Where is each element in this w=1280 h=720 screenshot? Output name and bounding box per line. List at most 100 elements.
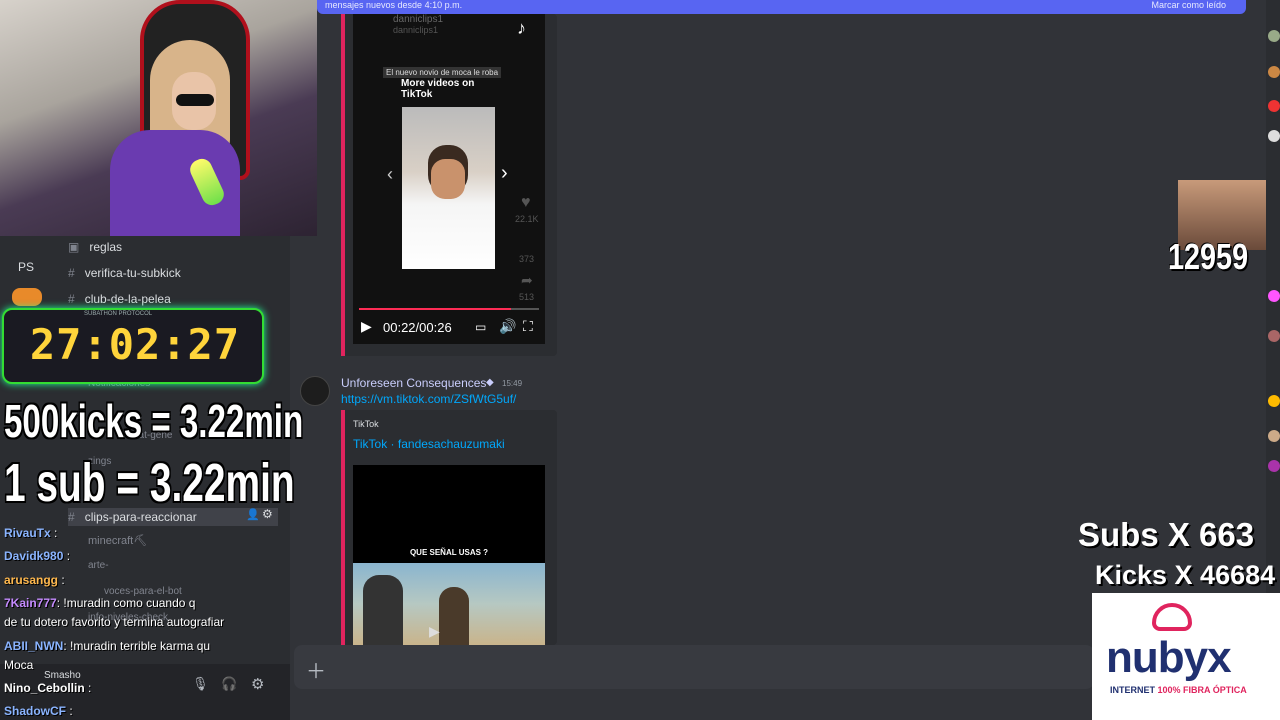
headphones-icon[interactable]: 🎧 [221,676,237,692]
embed-provider: TikTok [353,419,379,429]
channel-label: minecraft⛏ [88,535,148,547]
chat-message: 7Kain777: !muradin como cuando q [4,596,195,610]
chat-text: : !muradin terrible karma qu [63,639,211,653]
sponsor-brand: nubyx [1106,633,1232,682]
channel-label: arte- [88,560,109,571]
chat-username: ShadowCF [4,704,66,718]
mark-as-read-button[interactable]: Marcar como leído [1151,0,1226,10]
user-settings-icon[interactable]: ⚙ [251,675,264,693]
sunglasses [176,94,214,106]
share-count: 513 [519,292,535,302]
server-icon-ps[interactable]: PS [18,260,34,274]
sponsor-tagline-b: 100% FIBRA ÓPTICA [1157,685,1247,695]
chat-text: : [54,526,58,540]
channel-label: verifica-tu-subkick [84,266,181,280]
subathon-timer: SUBATHON PROTOCOL 27:02:27 [2,308,264,384]
comment-count: 373 [519,254,535,264]
chat-text: : [69,704,73,718]
member-avatar[interactable] [1268,30,1280,42]
chat-message: RivauTx : [4,526,57,540]
tiktok-username-secondary: danniclips1 [393,25,439,35]
chat-message: Moca [4,658,33,672]
chat-message: de tu dotero favorito y termina autograf… [4,615,224,629]
channel-item[interactable]: # club-de-la-pelea [68,292,171,306]
person-face [431,159,465,199]
member-avatar[interactable] [1268,290,1280,302]
member-avatar[interactable] [1268,330,1280,342]
video-progress-track[interactable] [359,308,539,310]
member-avatar[interactable] [1268,460,1280,472]
channel-label: club-de-la-pelea [84,292,171,306]
chat-message: arusangg : [4,573,65,587]
video-overlay-text: QUE SEÑAL USAS ? [409,548,489,557]
member-avatar[interactable] [1268,430,1280,442]
next-video-icon[interactable]: › [501,162,508,185]
channel-item[interactable]: # verifica-tu-subkick [68,266,181,280]
server-icon[interactable] [12,288,42,306]
person-right [439,587,469,645]
fullscreen-icon[interactable]: ⛶ [523,318,533,335]
member-avatar[interactable] [1268,100,1280,112]
channel-item[interactable]: minecraft⛏ [88,534,147,547]
cloud-icon [1152,603,1192,631]
chat-message: ABII_NWN: !muradin terrible karma qu [4,639,210,653]
chat-username: RivauTx [4,526,51,540]
more-videos-label: More videos on TikTok [401,78,475,100]
timer-value: 27:02:27 [29,320,241,369]
embed-title-link[interactable]: TikTok · fandesachauzumaki [353,437,505,451]
person-left [363,575,403,645]
tiktok-username: danniclips1 [393,14,444,25]
chat-username: Davidk980 [4,549,64,563]
chat-username: 7Kain777 [4,596,57,610]
tiktok-player[interactable]: danniclips1 danniclips1 ♪ El nuevo novio… [353,14,545,344]
sponsor-tagline-a: INTERNET [1110,685,1158,695]
chat-text: : [61,573,65,587]
message-link[interactable]: https://vm.tiktok.com/ZSfWtG5uf/ [341,392,516,406]
streamer-body [110,130,240,236]
member-avatar[interactable] [1268,395,1280,407]
chat-message: Nino_Cebollin : [4,681,91,695]
chat-message: ShadowCF : [4,704,73,718]
chat-text: : [88,681,92,695]
avatar[interactable] [300,376,330,406]
chat-text: : !muradin como cuando q [56,596,196,610]
sponsor-logo: nubyx INTERNET 100% FIBRA ÓPTICA [1092,593,1280,720]
subs-counter: Subs X 663 [1078,516,1255,553]
timer-label: SUBATHON PROTOCOL [84,311,153,317]
chat-username: Nino_Cebollin [4,681,85,695]
chat-username: arusangg [4,573,59,587]
meme-number: 12959 [1168,236,1249,277]
webcam-feed [0,0,317,236]
chat-text: Moca [4,658,34,672]
message-author[interactable]: Unforeseen Consequences [341,376,486,390]
message-timestamp: 15:49 [502,379,523,388]
volume-icon[interactable]: 🔊 [499,318,516,335]
mute-mic-icon[interactable]: 🎙 [192,676,209,692]
video-progress-fill [359,308,512,310]
chat-text: : [66,549,71,563]
video-thumbnail[interactable] [402,107,495,269]
share-icon: ➦ [521,272,533,288]
kicks-rate-text: 500kicks = 3.22min [4,395,304,447]
channel-item[interactable]: arte- [88,560,109,571]
message-composer[interactable]: ＋ [294,645,1094,689]
subs-rate-text: 1 sub = 3.22min [4,453,295,513]
play-icon[interactable]: ▶ [361,318,372,335]
prev-video-icon[interactable]: ‹ [387,164,393,185]
chat-text: de tu dotero favorito y termina autograf… [4,615,225,629]
member-avatar[interactable] [1268,130,1280,142]
chat-username: ABII_NWN [4,639,64,653]
channel-label: reglas [89,240,123,254]
chat-message: Davidk980 : [4,549,70,563]
diamond-icon: ◆ [486,377,494,388]
channel-item[interactable]: ▣ reglas [68,240,122,254]
like-icon: ♥ [521,194,531,211]
member-avatar[interactable] [1268,66,1280,78]
captions-icon[interactable]: ▭ [475,320,486,334]
new-messages-banner[interactable]: mensajes nuevos desde 4:10 p.m. Marcar c… [317,0,1246,14]
like-count: 22.1K [515,214,539,224]
tiktok-logo-icon: ♪ [517,18,526,38]
play-overlay-icon[interactable]: ▶ [429,623,440,640]
add-attachment-icon[interactable]: ＋ [306,655,326,684]
tiktok-video-2[interactable]: QUE SEÑAL USAS ? ▶ [353,465,545,645]
